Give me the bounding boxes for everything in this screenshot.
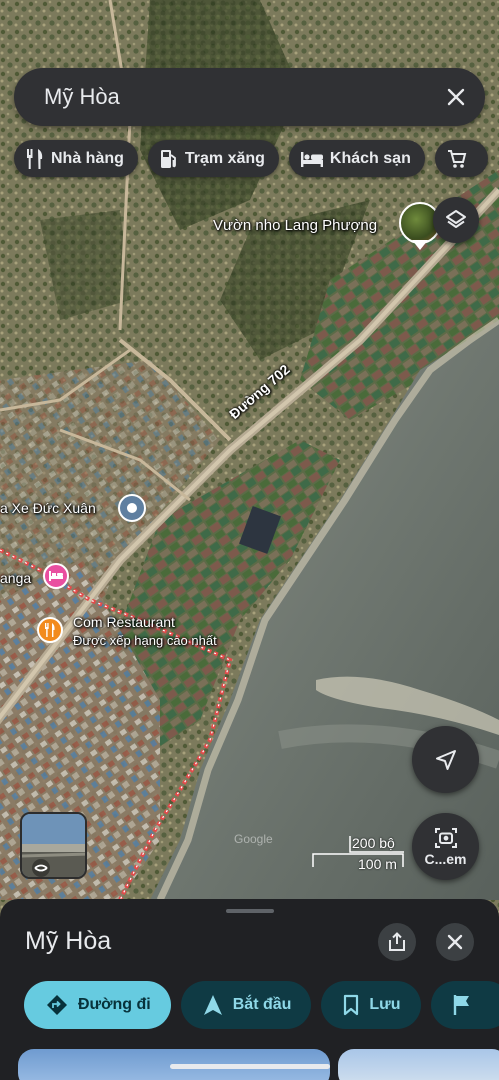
chip-label: Nhà hàng xyxy=(51,149,124,167)
navigation-arrow-icon xyxy=(203,995,222,1015)
close-icon xyxy=(447,934,463,950)
location-arrow-icon xyxy=(435,749,456,770)
poi-dot-icon xyxy=(127,503,137,513)
share-icon xyxy=(389,932,405,951)
street-view-photo xyxy=(22,814,85,877)
map-scale: 200 bộ 100 m xyxy=(312,834,404,874)
close-sheet-button[interactable] xyxy=(436,923,474,961)
save-button[interactable]: Lưu xyxy=(321,981,421,1029)
scale-imperial: 200 bộ xyxy=(352,835,395,851)
restaurant-pin[interactable] xyxy=(37,617,63,643)
flag-icon xyxy=(453,995,469,1015)
category-chips: Nhà hàng Trạm xăng Khách sạn xyxy=(14,140,488,177)
restaurant-name-label[interactable]: Com Restaurant xyxy=(73,614,175,630)
place-title: Mỹ Hòa xyxy=(25,927,112,955)
chip-shopping[interactable] xyxy=(434,140,488,177)
place-photo[interactable] xyxy=(338,1049,499,1080)
hotel-icon xyxy=(300,151,323,167)
directions-label: Đường đi xyxy=(78,996,151,1013)
place-actions: Đường đi Bắt đầu Lưu xyxy=(24,981,499,1029)
scale-metric: 100 m xyxy=(358,856,397,872)
restaurant-rating-note: Được xếp hạng cao nhất xyxy=(73,633,217,648)
save-label: Lưu xyxy=(369,996,401,1013)
home-indicator[interactable] xyxy=(170,1064,330,1069)
sheet-drag-handle[interactable] xyxy=(226,909,274,913)
poi-pin[interactable] xyxy=(118,494,146,522)
restaurant-icon xyxy=(27,148,43,169)
chip-hotels[interactable]: Khách sạn xyxy=(288,140,425,177)
share-button[interactable] xyxy=(378,923,416,961)
garage-label[interactable]: a Xe Đức Xuân xyxy=(0,500,96,516)
lens-button[interactable]: C...em xyxy=(412,813,479,880)
my-location-button[interactable] xyxy=(412,726,479,793)
chip-restaurants[interactable]: Nhà hàng xyxy=(14,140,138,177)
street-view-thumbnail[interactable] xyxy=(20,812,87,879)
search-bar[interactable]: Mỹ Hòa xyxy=(14,68,485,126)
chip-gas-stations[interactable]: Trạm xăng xyxy=(147,140,279,177)
clear-search-button[interactable] xyxy=(427,68,485,126)
start-label: Bắt đầu xyxy=(232,996,292,1013)
lens-label: C...em xyxy=(424,850,467,867)
map-watermark: Google xyxy=(234,832,273,846)
directions-icon xyxy=(47,995,67,1015)
hotel-pin[interactable] xyxy=(43,563,69,589)
camera-icon xyxy=(434,827,457,848)
map-layers-button[interactable] xyxy=(433,197,479,243)
vineyard-label[interactable]: Vườn nho Lang Phượng xyxy=(213,217,377,234)
lodging-label[interactable]: anga xyxy=(0,570,31,586)
close-icon xyxy=(447,88,465,106)
label-button[interactable] xyxy=(430,981,499,1029)
search-query[interactable]: Mỹ Hòa xyxy=(44,84,427,110)
directions-button[interactable]: Đường đi xyxy=(24,981,171,1029)
chip-label: Khách sạn xyxy=(329,149,411,167)
fork-knife-icon xyxy=(45,623,55,637)
layers-icon xyxy=(446,210,466,228)
gas-station-icon xyxy=(160,149,176,168)
bookmark-icon xyxy=(344,994,359,1016)
bed-icon xyxy=(49,571,63,581)
start-button[interactable]: Bắt đầu xyxy=(180,981,312,1029)
shopping-cart-icon xyxy=(447,149,467,168)
chip-label: Trạm xăng xyxy=(184,149,265,167)
